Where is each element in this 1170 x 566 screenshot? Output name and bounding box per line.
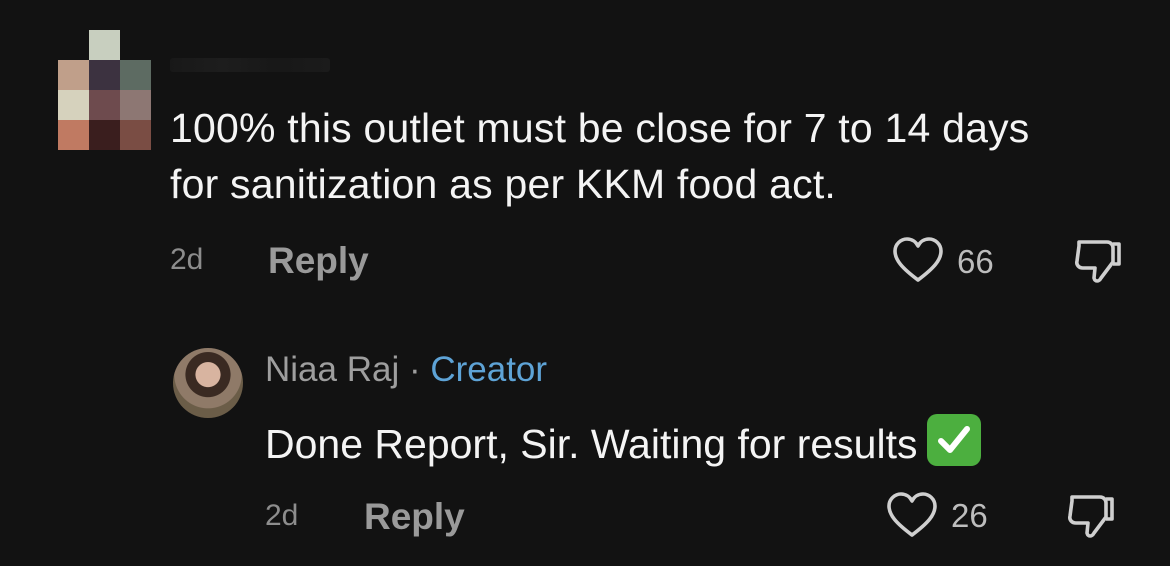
reply-text: Done Report, Sir. Waiting for results xyxy=(265,414,982,468)
author-name-redacted[interactable] xyxy=(170,40,330,72)
comment-text: 100% this outlet must be close for 7 to … xyxy=(170,105,1030,207)
avatar[interactable] xyxy=(173,348,243,418)
heart-outline-icon[interactable] xyxy=(892,236,944,284)
reply-reply-button[interactable]: Reply xyxy=(364,496,465,538)
like-count: 66 xyxy=(957,243,994,280)
comment-time: 2d xyxy=(170,243,204,276)
creator-badge: Creator xyxy=(430,350,548,389)
avatar-pixelated[interactable] xyxy=(58,30,151,150)
heart-outline-icon[interactable] xyxy=(886,491,938,539)
thumbs-down-outline-icon[interactable] xyxy=(1073,236,1123,288)
separator-dot: · xyxy=(399,350,431,389)
redaction-blur xyxy=(170,58,330,72)
check-mark-emoji-icon xyxy=(927,414,982,466)
reply-author-name[interactable]: Niaa Raj xyxy=(265,350,399,389)
reply-text-content: Done Report, Sir. Waiting for results xyxy=(265,421,918,467)
reply-author-line: Niaa Raj · Creator xyxy=(265,350,547,390)
reply-button[interactable]: Reply xyxy=(268,240,369,282)
reply-like-count: 26 xyxy=(951,497,988,534)
thumbs-down-outline-icon[interactable] xyxy=(1066,491,1116,543)
reply-time: 2d xyxy=(265,499,299,532)
